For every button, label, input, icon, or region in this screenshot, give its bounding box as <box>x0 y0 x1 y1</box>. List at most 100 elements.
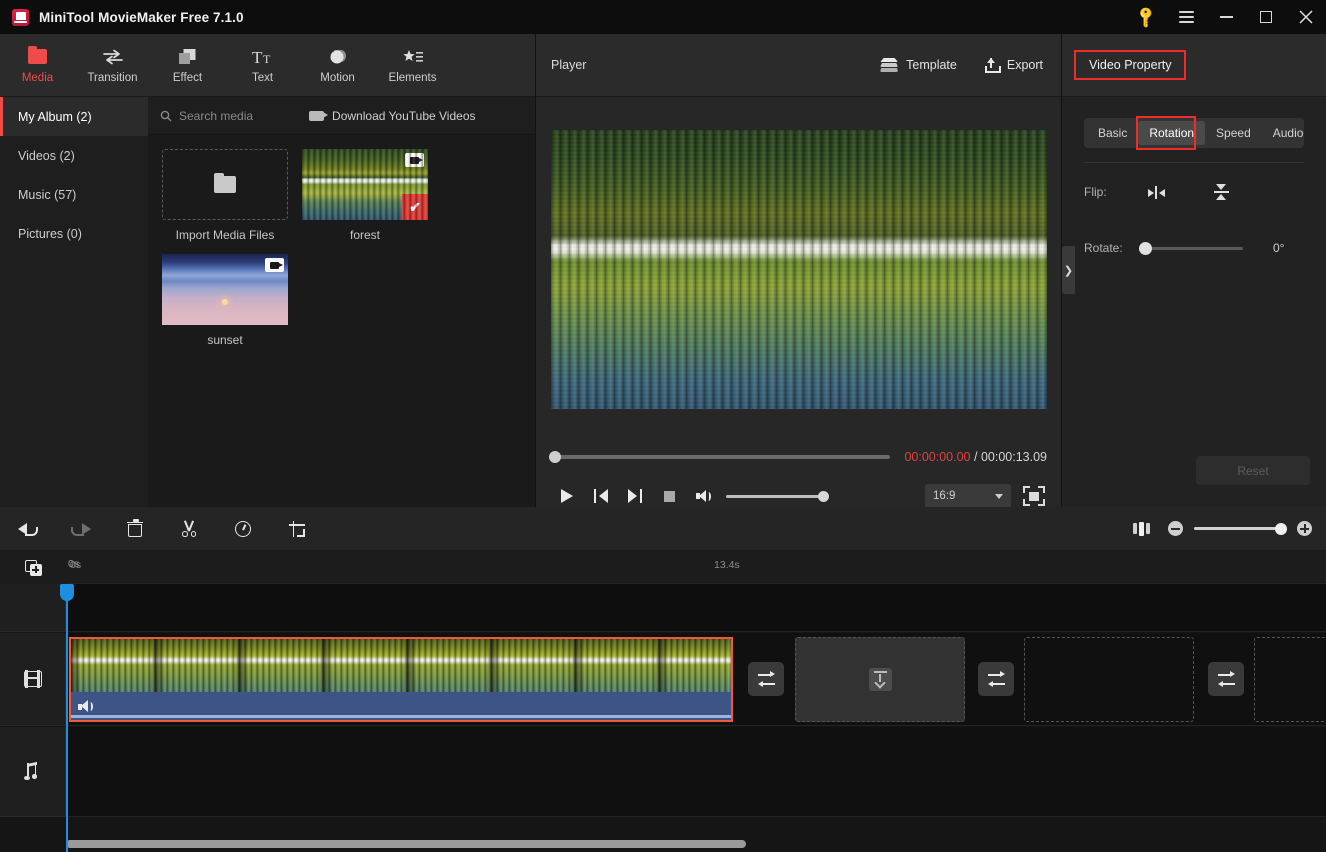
speaker-icon <box>695 489 711 503</box>
fullscreen-button[interactable] <box>1023 486 1045 506</box>
license-key-button[interactable]: 🔑 <box>1126 0 1166 34</box>
menu-button[interactable] <box>1166 0 1206 34</box>
tab-speed[interactable]: Speed <box>1205 121 1262 145</box>
minimize-button[interactable] <box>1206 0 1246 34</box>
sidebar-item-pictures[interactable]: Pictures (0) <box>0 214 148 253</box>
drop-slot-1[interactable] <box>795 637 965 722</box>
undo-button[interactable] <box>0 507 54 551</box>
timeline-horizontal-scrollbar[interactable] <box>66 840 746 848</box>
timeline-clip-forest[interactable] <box>69 637 733 722</box>
template-label: Template <box>906 58 957 72</box>
track-lane-overlay[interactable] <box>66 584 1326 632</box>
sidebar-item-videos[interactable]: Videos (2) <box>0 136 148 175</box>
add-media-icon <box>868 668 892 691</box>
sidebar-item-music[interactable]: Music (57) <box>0 175 148 214</box>
panel-collapse-handle[interactable]: ❯ <box>1062 246 1075 294</box>
property-panel-body: Basic Rotation Speed Audio Flip: Rotate: <box>1062 97 1326 265</box>
timeline-ruler[interactable]: 0s 13.4s <box>0 551 1326 584</box>
template-icon <box>880 58 899 72</box>
redo-button[interactable] <box>54 507 108 551</box>
close-button[interactable] <box>1286 0 1326 34</box>
rotate-label: Rotate: <box>1084 241 1123 255</box>
track-header-audio[interactable] <box>0 727 66 817</box>
current-time: 00:00:00.00 <box>904 450 971 464</box>
tab-rotation[interactable]: Rotation <box>1138 121 1206 145</box>
transition-slot-1[interactable] <box>748 662 784 696</box>
tab-elements[interactable]: Elements <box>375 34 450 97</box>
minimize-icon <box>1219 16 1233 18</box>
timeline: 0s 13.4s 0s <box>0 551 1326 852</box>
video-preview[interactable] <box>550 130 1047 409</box>
minitool-logo <box>12 8 29 26</box>
tab-audio[interactable]: Audio <box>1262 121 1315 145</box>
drop-slot-3[interactable] <box>1254 637 1326 722</box>
crop-icon <box>289 520 305 537</box>
media-item-label: forest <box>349 228 380 242</box>
drop-slot-2[interactable] <box>1024 637 1194 722</box>
sun-decor <box>222 299 228 306</box>
delete-button[interactable] <box>108 507 162 551</box>
track-header-video[interactable] <box>0 633 66 726</box>
media-item-forest: ✔ forest <box>302 149 428 242</box>
playhead-handle[interactable] <box>60 584 74 601</box>
timeline-zoom-slider[interactable] <box>1194 522 1287 535</box>
add-track-icon[interactable] <box>24 559 42 576</box>
reset-button[interactable]: Reset <box>1196 456 1310 485</box>
flip-horizontal-icon <box>1147 185 1165 199</box>
timeline-playhead[interactable]: 0s <box>60 558 79 852</box>
volume-slider[interactable] <box>726 490 829 502</box>
zoom-in-button[interactable] <box>1297 521 1312 536</box>
transition-slot-2[interactable] <box>978 662 1014 696</box>
timeline-scrollbar-area <box>0 836 1326 852</box>
transition-slot-3[interactable] <box>1208 662 1244 696</box>
aspect-ratio-select[interactable]: 16:9 <box>925 484 1011 508</box>
template-button[interactable]: Template <box>880 58 957 72</box>
maximize-icon <box>1260 11 1272 23</box>
sidebar-item-label: Music (57) <box>18 187 77 202</box>
music-note-icon <box>24 761 41 780</box>
tab-text[interactable]: T T Text <box>225 34 300 97</box>
search-input[interactable]: Search media <box>160 109 253 123</box>
track-header-overlay[interactable] <box>0 584 66 632</box>
transition-icon <box>987 671 1005 687</box>
progress-handle[interactable] <box>549 451 561 463</box>
svg-text:T: T <box>252 48 263 65</box>
track-lane-audio[interactable] <box>66 727 1326 817</box>
tab-effect[interactable]: Effect <box>150 34 225 97</box>
ruler-tick-mid: 13.4s <box>714 559 740 571</box>
search-icon <box>160 110 172 121</box>
flip-horizontal-button[interactable] <box>1141 179 1171 205</box>
sidebar-item-my-album[interactable]: My Album (2) <box>0 97 148 136</box>
tab-media[interactable]: Media <box>0 34 75 97</box>
tab-transition[interactable]: Transition <box>75 34 150 97</box>
redo-icon <box>70 521 91 536</box>
aspect-ratio-value: 16:9 <box>933 490 956 502</box>
export-button[interactable]: Export <box>983 57 1043 73</box>
track-lane-video[interactable] <box>66 633 1326 726</box>
rotate-slider-handle[interactable] <box>1139 241 1152 255</box>
flip-vertical-button[interactable] <box>1206 179 1236 205</box>
media-thumbnail[interactable]: ✔ <box>302 149 428 220</box>
window-controls: 🔑 <box>1126 0 1326 34</box>
volume-handle[interactable] <box>818 490 829 502</box>
fit-timeline-icon[interactable] <box>1133 521 1150 536</box>
crop-button[interactable] <box>270 507 324 551</box>
maximize-button[interactable] <box>1246 0 1286 34</box>
zoom-slider-handle[interactable] <box>1275 522 1287 535</box>
clip-mute-button[interactable] <box>78 700 93 713</box>
video-property-panel: Video Property Basic Rotation Speed Audi… <box>1062 34 1326 507</box>
rotate-slider[interactable] <box>1139 241 1243 255</box>
tab-basic[interactable]: Basic <box>1087 121 1138 145</box>
playback-progress-slider[interactable] <box>549 451 891 463</box>
import-media-button[interactable] <box>162 149 288 220</box>
tab-media-label: Media <box>21 71 54 84</box>
download-youtube-button[interactable]: Download YouTube Videos <box>309 109 476 123</box>
split-button[interactable] <box>162 507 216 551</box>
speed-button[interactable] <box>216 507 270 551</box>
zoom-out-button[interactable] <box>1168 521 1183 536</box>
transition-icon <box>757 671 775 687</box>
tab-motion[interactable]: Motion <box>300 34 375 97</box>
video-badge-icon <box>405 153 424 167</box>
media-thumbnail[interactable] <box>162 254 288 325</box>
tab-text-label: Text <box>251 71 274 84</box>
